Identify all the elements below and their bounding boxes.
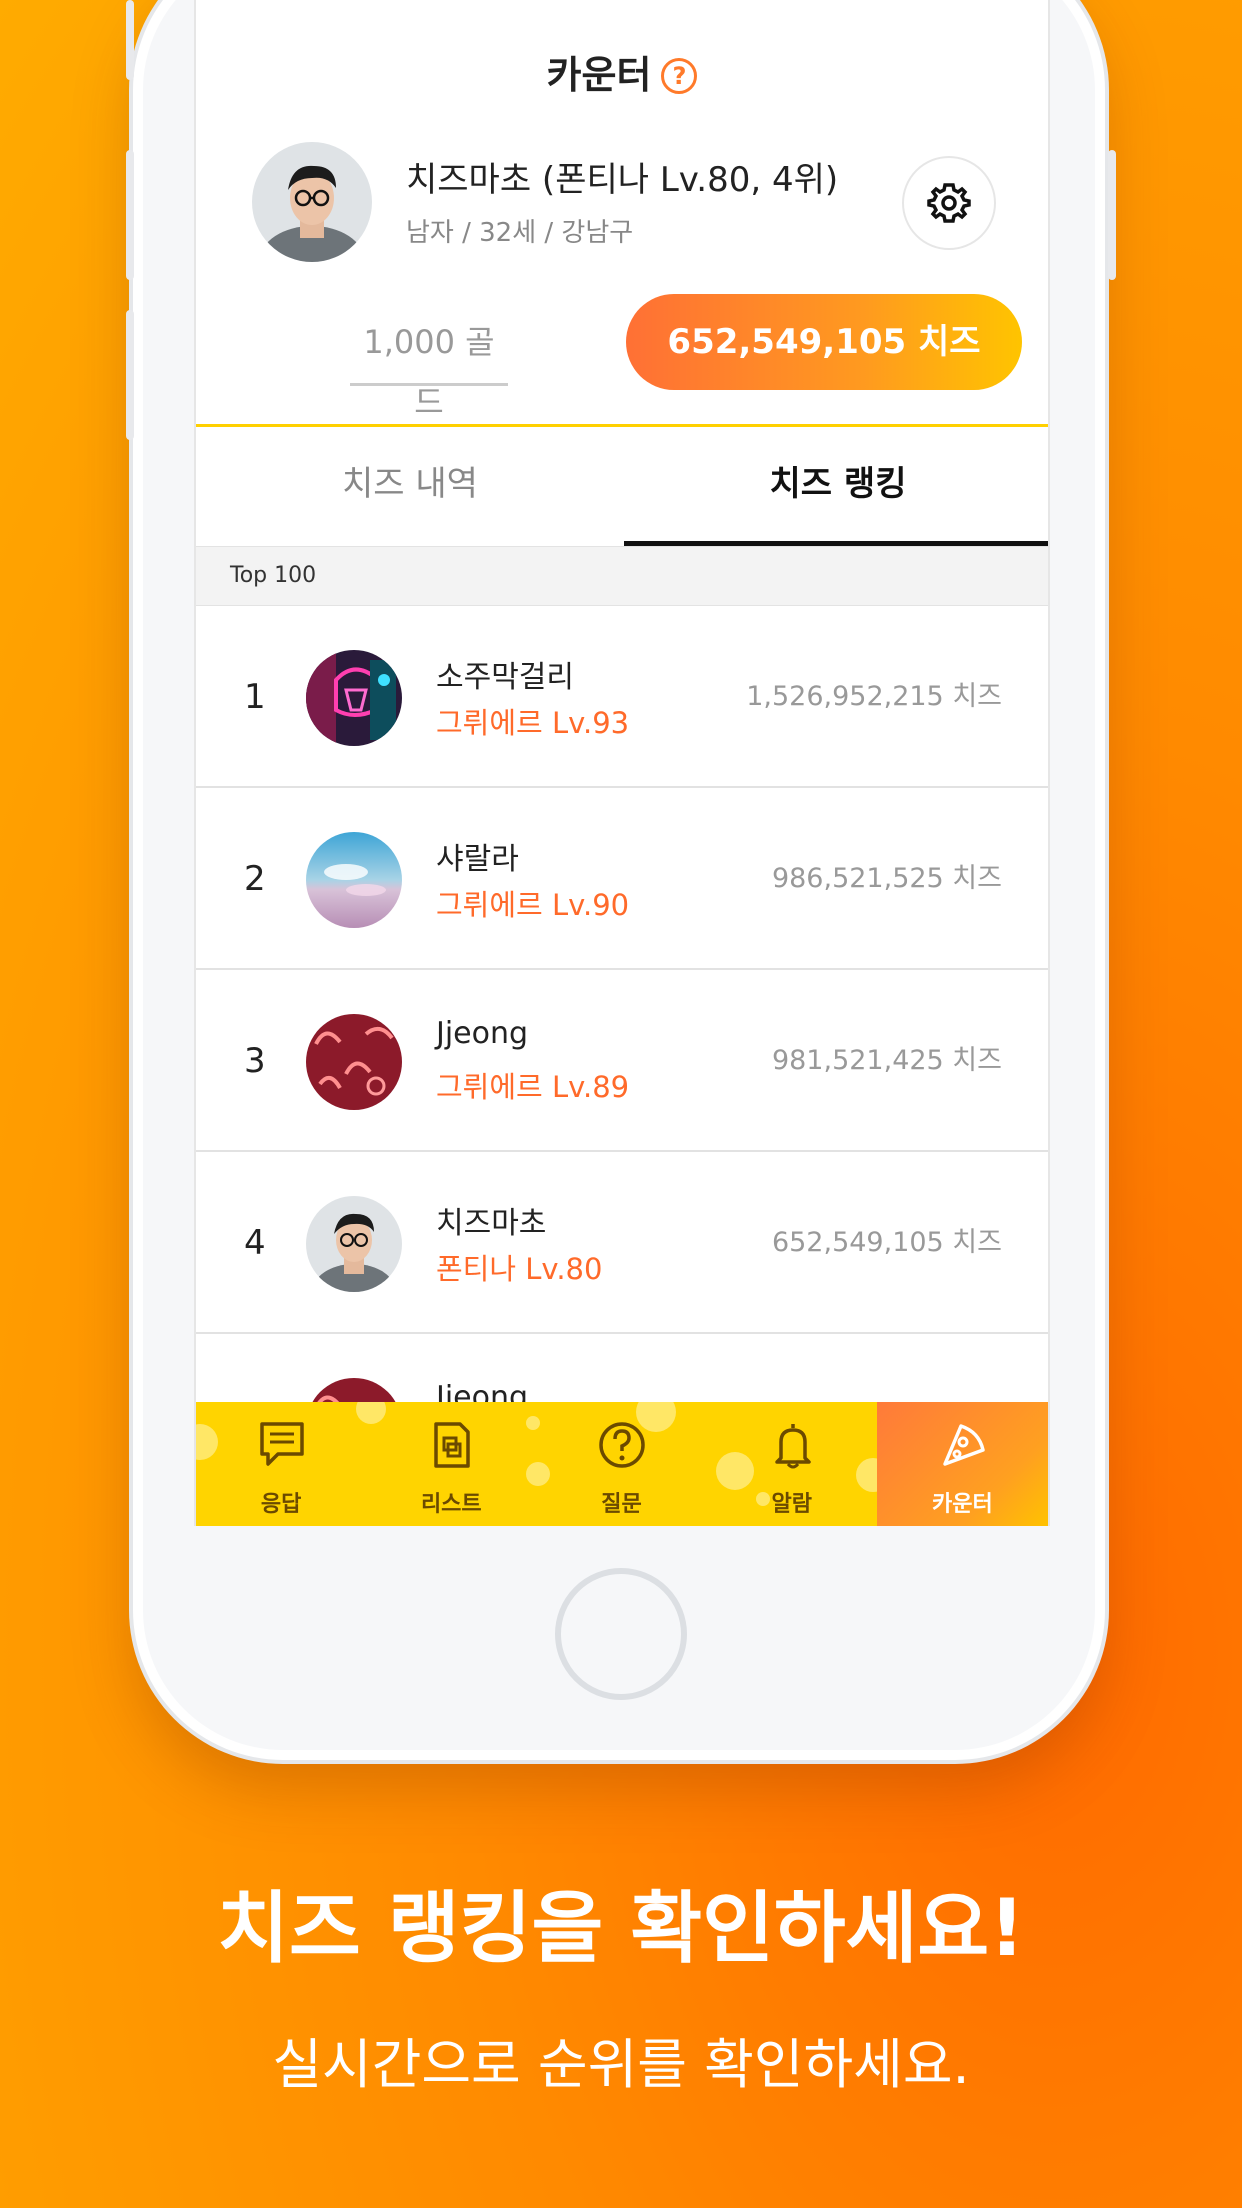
- user-level: 그뤼에르 Lv.90: [436, 888, 630, 922]
- phone-power-button: [1108, 150, 1116, 280]
- cheese-score: 981,521,425 치즈: [771, 1045, 1002, 1076]
- section-divider: [196, 424, 1048, 427]
- rank-number: 2: [244, 859, 266, 899]
- home-button[interactable]: [555, 1568, 687, 1700]
- rank-number: 4: [244, 1223, 266, 1263]
- nav-label: 카운터: [932, 1492, 993, 1517]
- nav-counter[interactable]: 카운터: [876, 1402, 1048, 1526]
- avatar: [306, 1196, 402, 1292]
- user-name: Jjeong: [436, 1016, 529, 1051]
- nav-list[interactable]: 리스트: [366, 1402, 536, 1526]
- page-title: 카운터?: [196, 44, 1048, 99]
- chat-icon: [260, 1422, 304, 1466]
- user-name: 샤랄라: [436, 842, 519, 877]
- list-icon: [434, 1422, 470, 1468]
- ranking-row[interactable]: 2 샤랄라 그뤼에르 Lv.90 986,521,525 치즈: [196, 788, 1048, 970]
- cheese-score: 652,549,105 치즈: [771, 1227, 1002, 1258]
- question-icon: [599, 1422, 646, 1468]
- help-icon[interactable]: ?: [661, 58, 698, 94]
- nav-label: 알람: [771, 1492, 812, 1517]
- avatar: [306, 650, 402, 746]
- bottom-nav: 응답 리스트 질문 알람 카운터: [196, 1402, 1048, 1526]
- phone-side-button: [126, 310, 134, 440]
- user-level: 그뤼에르 Lv.89: [436, 1070, 630, 1104]
- ranking-header: Top 100: [196, 546, 1048, 606]
- gold-balance[interactable]: 1,000 골드: [350, 312, 508, 421]
- ranking-row[interactable]: 1 소주막걸리 그뤼에르 Lv.93 1,526,952,215 치즈: [196, 606, 1048, 788]
- bell-icon: [774, 1424, 811, 1469]
- user-name: 소주막걸리: [436, 660, 574, 695]
- avatar: [306, 832, 402, 928]
- cheese-score: 986,521,525 치즈: [771, 863, 1002, 894]
- cheese-balance-button[interactable]: 652,549,105 치즈: [626, 294, 1022, 390]
- phone-side-button: [126, 0, 134, 80]
- ranking-row[interactable]: 3 Jjeong 그뤼에르 Lv.89 981,521,425 치즈: [196, 970, 1048, 1152]
- ranking-list: 1 소주막걸리 그뤼에르 Lv.93 1,526,952,215 치즈 2 샤랄…: [196, 606, 1048, 1516]
- promo-subline: 실시간으로 순위를 확인하세요.: [272, 2033, 970, 2096]
- avatar: [306, 1014, 402, 1110]
- settings-button[interactable]: [902, 156, 996, 250]
- nav-label: 질문: [601, 1492, 642, 1517]
- nav-label: 리스트: [420, 1492, 482, 1517]
- user-level: 그뤼에르 Lv.93: [436, 706, 630, 740]
- phone-side-button: [126, 150, 134, 280]
- promo-headline: 치즈 랭킹을 확인하세요!: [217, 1884, 1025, 1974]
- ranking-row[interactable]: 4 치즈마초 폰티나 Lv.80 652,549,105 치즈: [196, 1152, 1048, 1334]
- pizza-icon: [943, 1424, 985, 1466]
- cheese-score: 1,526,952,215 치즈: [746, 681, 1002, 712]
- user-level: 폰티나 Lv.80: [436, 1252, 603, 1286]
- profile-avatar[interactable]: [252, 142, 372, 262]
- nav-question[interactable]: 질문: [536, 1402, 706, 1526]
- rank-number: 3: [244, 1041, 266, 1081]
- nav-answer[interactable]: 응답: [196, 1402, 366, 1526]
- profile-info: 남자 / 32세 / 강남구: [406, 218, 634, 248]
- user-name: 치즈마초: [436, 1206, 547, 1241]
- app-screen: 카운터? 치즈마초 (폰티나 Lv.80, 4위) 남자 / 32세 / 강남구…: [194, 0, 1050, 1526]
- rank-number: 1: [244, 677, 266, 717]
- page-title-text: 카운터: [546, 53, 652, 97]
- tab-cheese-history[interactable]: 치즈 내역: [196, 428, 624, 546]
- nav-alarm[interactable]: 알람: [707, 1402, 877, 1526]
- profile-name: 치즈마초 (폰티나 Lv.80, 4위): [406, 160, 839, 200]
- gear-icon: [927, 183, 971, 223]
- tab-cheese-ranking[interactable]: 치즈 랭킹: [624, 428, 1048, 546]
- nav-label: 응답: [260, 1492, 302, 1517]
